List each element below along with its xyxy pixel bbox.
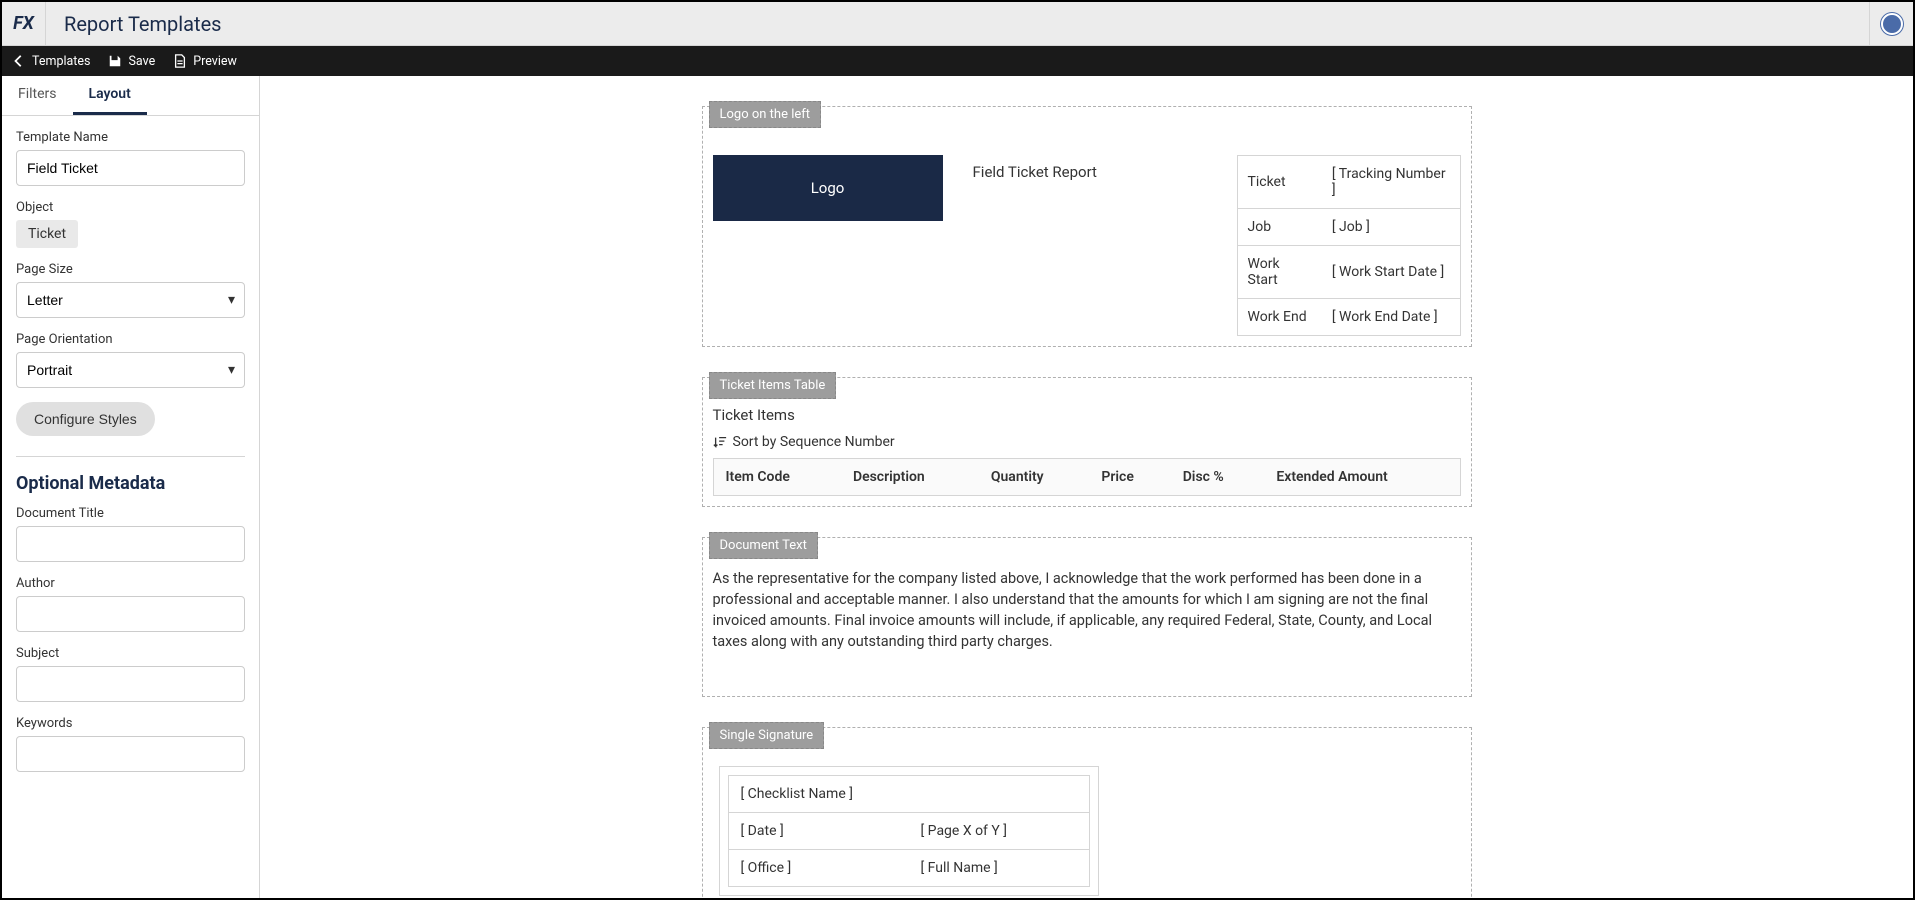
canvas[interactable]: Logo on the left Logo Field Ticket Repor…: [260, 76, 1913, 898]
document-title-input[interactable]: [16, 526, 245, 562]
document-text-block[interactable]: Document Text As the representative for …: [702, 537, 1472, 697]
keywords-label: Keywords: [16, 716, 245, 731]
block-tag: Document Text: [709, 532, 818, 559]
sig-cell: [ Page X of Y ]: [909, 813, 1089, 849]
document-text: As the representative for the company li…: [713, 562, 1461, 658]
tab-layout[interactable]: Layout: [73, 76, 147, 115]
block-tag: Single Signature: [709, 722, 825, 749]
tab-filters[interactable]: Filters: [2, 76, 73, 115]
logo-placeholder[interactable]: Logo: [713, 155, 943, 221]
preview-label: Preview: [193, 54, 237, 69]
table-row: Job[ Job ]: [1237, 209, 1460, 246]
sig-cell: [ Office ]: [729, 850, 909, 886]
object-label: Object: [16, 200, 245, 215]
save-icon: [108, 54, 122, 68]
col-header: Quantity: [979, 459, 1090, 496]
author-label: Author: [16, 576, 245, 591]
side-panel: Filters Layout Template Name Object Tick…: [2, 76, 260, 898]
keywords-input[interactable]: [16, 736, 245, 772]
page-title: Report Templates: [46, 12, 222, 36]
app-logo[interactable]: FX: [2, 2, 46, 46]
user-avatar-icon: [1881, 13, 1903, 35]
subject-label: Subject: [16, 646, 245, 661]
report-title: Field Ticket Report: [973, 155, 1097, 336]
action-bar: Templates Save Preview: [2, 46, 1913, 76]
col-header: Description: [841, 459, 979, 496]
back-label: Templates: [32, 54, 90, 69]
top-bar: FX Report Templates: [2, 2, 1913, 46]
author-input[interactable]: [16, 596, 245, 632]
items-table: Item Code Description Quantity Price Dis…: [713, 458, 1461, 496]
sig-cell: [ Date ]: [729, 813, 909, 849]
signature-box: [ Checklist Name ] [ Date ][ Page X of Y…: [719, 766, 1099, 896]
chevron-left-icon: [12, 54, 26, 68]
block-tag: Ticket Items Table: [709, 372, 837, 399]
col-header: Item Code: [713, 459, 841, 496]
page-size-label: Page Size: [16, 262, 245, 277]
document-title-label: Document Title: [16, 506, 245, 521]
optional-metadata-heading: Optional Metadata: [16, 473, 245, 494]
col-header: Disc %: [1171, 459, 1265, 496]
preview-button[interactable]: Preview: [173, 54, 237, 69]
page-size-select[interactable]: [16, 282, 245, 318]
template-name-input[interactable]: [16, 150, 245, 186]
table-row: Work Start[ Work Start Date ]: [1237, 246, 1460, 299]
sig-cell: [ Checklist Name ]: [729, 776, 1089, 812]
configure-styles-button[interactable]: Configure Styles: [16, 402, 155, 436]
block-tag: Logo on the left: [709, 101, 822, 128]
page-orientation-select[interactable]: [16, 352, 245, 388]
signature-block[interactable]: Single Signature [ Checklist Name ] [ Da…: [702, 727, 1472, 898]
template-name-label: Template Name: [16, 130, 245, 145]
tab-row: Filters Layout: [2, 76, 259, 116]
table-row: Ticket[ Tracking Number ]: [1237, 156, 1460, 209]
user-menu[interactable]: [1869, 2, 1913, 46]
sort-indicator[interactable]: Sort by Sequence Number: [713, 434, 1461, 450]
items-table-block[interactable]: Ticket Items Table Ticket Items Sort by …: [702, 377, 1472, 507]
file-icon: [173, 54, 187, 68]
sort-icon: [713, 435, 727, 449]
items-title: Ticket Items: [713, 406, 1461, 424]
page-orientation-label: Page Orientation: [16, 332, 245, 347]
table-row: Work End[ Work End Date ]: [1237, 299, 1460, 336]
save-button[interactable]: Save: [108, 54, 155, 69]
sort-label: Sort by Sequence Number: [733, 434, 895, 450]
object-chip[interactable]: Ticket: [16, 220, 78, 248]
back-to-templates-button[interactable]: Templates: [12, 54, 90, 69]
sig-cell: [ Full Name ]: [909, 850, 1089, 886]
subject-input[interactable]: [16, 666, 245, 702]
header-info-table: Ticket[ Tracking Number ] Job[ Job ] Wor…: [1237, 155, 1461, 336]
header-block[interactable]: Logo on the left Logo Field Ticket Repor…: [702, 106, 1472, 347]
save-label: Save: [128, 54, 155, 69]
col-header: Price: [1089, 459, 1170, 496]
col-header: Extended Amount: [1264, 459, 1460, 496]
